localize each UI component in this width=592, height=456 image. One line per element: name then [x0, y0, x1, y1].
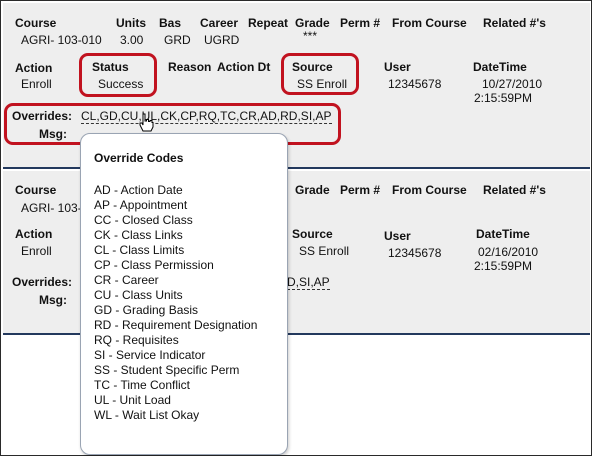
- from-course-header: From Course: [392, 16, 467, 30]
- action-value: Enroll: [21, 244, 52, 258]
- override-code-item: GD - Grading Basis: [94, 303, 199, 317]
- datetime-header: DateTime: [473, 60, 527, 74]
- bas-header: Bas: [159, 16, 182, 30]
- user-value: 12345678: [388, 246, 442, 260]
- status-highlight: [79, 53, 157, 97]
- date-value: 02/16/2010: [478, 245, 539, 259]
- override-code-item: CU - Class Units: [94, 288, 183, 302]
- source-value: SS Enroll: [299, 244, 350, 258]
- grade-header: Grade: [295, 183, 330, 197]
- source-highlight: [281, 53, 359, 95]
- career-value: UGRD: [204, 33, 240, 47]
- override-code-item: UL - Unit Load: [94, 393, 171, 407]
- units-value: 3.00: [120, 33, 144, 47]
- repeat-header: Repeat: [248, 16, 289, 30]
- action-value: Enroll: [21, 77, 52, 91]
- override-codes-list: AD - Action Date AP - Appointment CC - C…: [94, 183, 257, 423]
- career-header: Career: [200, 16, 239, 30]
- related-header: Related #'s: [483, 183, 546, 197]
- override-code-item: CC - Closed Class: [94, 213, 193, 227]
- overrides-label: Overrides:: [12, 275, 73, 289]
- user-header: User: [384, 60, 411, 74]
- grade-value: ***: [303, 29, 318, 43]
- from-course-header: From Course: [392, 183, 467, 197]
- action-dt-header: Action Dt: [217, 60, 271, 74]
- override-code-item: WL - Wait List Okay: [94, 408, 200, 422]
- override-code-item: SI - Service Indicator: [94, 348, 206, 362]
- grade-header: Grade: [295, 16, 330, 30]
- time-value: 2:15:59PM: [474, 259, 533, 273]
- msg-label: Msg:: [39, 293, 67, 307]
- override-code-item: RQ - Requisites: [94, 333, 179, 347]
- override-code-item: CL - Class Limits: [94, 243, 185, 257]
- perm-header: Perm #: [340, 16, 381, 30]
- action-header: Action: [15, 227, 53, 241]
- course-value: AGRI- 103-010: [21, 33, 102, 47]
- datetime-header: DateTime: [476, 227, 530, 241]
- units-header: Units: [116, 16, 146, 30]
- course-header: Course: [15, 16, 57, 30]
- reason-header: Reason: [168, 60, 212, 74]
- enrollment-history-frame: Course Units Bas Career Repeat Grade Per…: [0, 0, 592, 456]
- override-code-item: RD - Requirement Designation: [94, 318, 258, 332]
- override-code-item: CP - Class Permission: [94, 258, 214, 272]
- override-code-item: CK - Class Links: [94, 228, 183, 242]
- overrides-codes-link[interactable]: D,SI,AP: [287, 275, 330, 290]
- popup-title: Override Codes: [94, 151, 184, 165]
- override-code-item: AP - Appointment: [94, 198, 188, 212]
- override-code-item: AD - Action Date: [94, 183, 183, 197]
- user-value: 12345678: [388, 77, 442, 91]
- source-header: Source: [292, 227, 333, 241]
- related-header: Related #'s: [483, 16, 546, 30]
- date-value: 10/27/2010: [482, 77, 543, 91]
- override-code-item: SS - Student Specific Perm: [94, 363, 240, 377]
- course-value: AGRI- 103-: [21, 201, 82, 215]
- course-header: Course: [15, 183, 57, 197]
- user-header: User: [384, 229, 411, 243]
- hand-pointer-icon: [139, 113, 154, 132]
- time-value: 2:15:59PM: [474, 91, 533, 105]
- override-codes-popup: Override Codes AD - Action Date AP - App…: [80, 133, 288, 455]
- action-header: Action: [15, 61, 53, 75]
- perm-header: Perm #: [340, 183, 381, 197]
- override-code-item: CR - Career: [94, 273, 159, 287]
- override-code-item: TC - Time Conflict: [94, 378, 191, 392]
- bas-value: GRD: [164, 33, 191, 47]
